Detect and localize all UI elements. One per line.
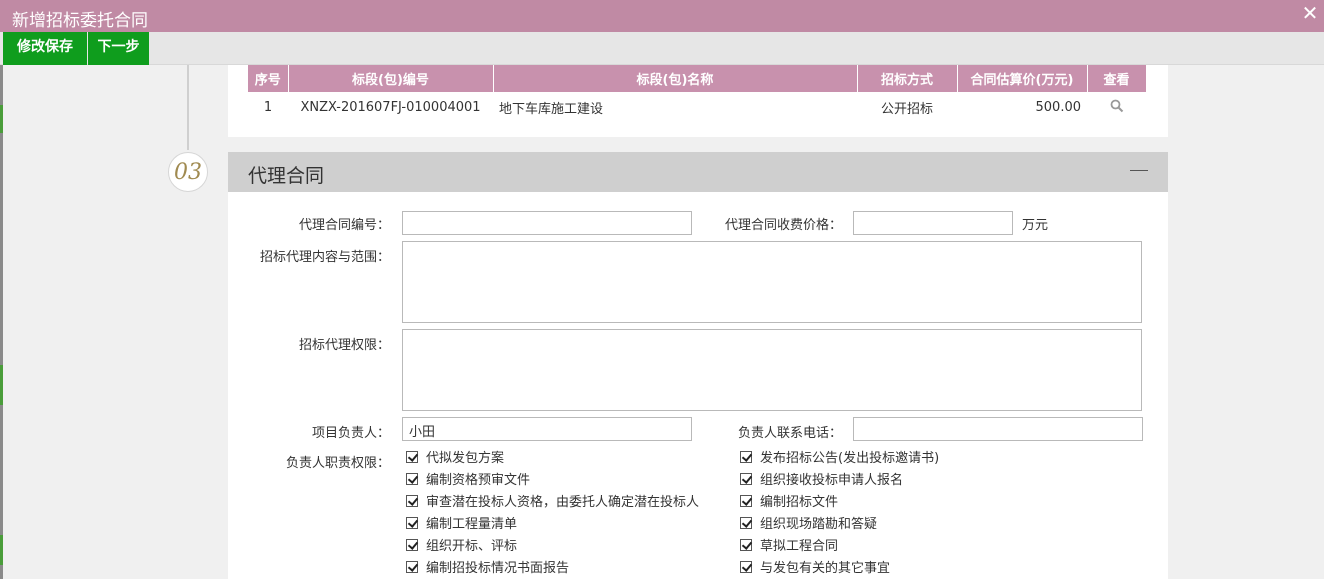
duty-checkbox[interactable]: 草拟工程合同	[740, 538, 838, 556]
fee-label: 代理合同收费价格：	[724, 218, 842, 233]
step-timeline-line	[187, 65, 189, 150]
duty-checkbox[interactable]: 编制工程量清单	[406, 516, 517, 534]
cell-method: 公开招标	[880, 102, 933, 117]
duties-label: 负责人职责权限：	[285, 456, 390, 471]
duty-checkbox[interactable]: 编制招标文件	[740, 494, 838, 512]
manager-field[interactable]: 小田	[402, 417, 692, 441]
toolbar: 修改保存 下一步	[0, 32, 1324, 65]
col-header-name: 标段(包)名称	[493, 65, 858, 92]
view-cell	[1087, 92, 1146, 123]
phone-label: 负责人联系电话：	[737, 426, 842, 441]
minus-icon[interactable]	[1130, 170, 1148, 171]
phone-field[interactable]	[853, 417, 1143, 441]
cell-price: 500.00	[1035, 100, 1082, 115]
search-icon[interactable]	[1110, 99, 1124, 113]
fee-unit: 万元	[1022, 218, 1049, 233]
section-title: 代理合同	[248, 165, 325, 187]
authority-label: 招标代理权限：	[298, 338, 390, 353]
checkbox-checked-icon[interactable]	[740, 473, 752, 485]
checkbox-checked-icon[interactable]	[740, 561, 752, 573]
bid-table: 序号 标段(包)编号 标段(包)名称 招标方式 合同估算价(万元) 查看 1 X…	[248, 65, 1147, 123]
duty-checkbox[interactable]: 组织接收投标申请人报名	[740, 472, 903, 490]
checkbox-checked-icon[interactable]	[740, 451, 752, 463]
cell-code: XNZX-201607FJ-010004001	[300, 100, 481, 115]
step-number-badge: 03	[168, 152, 208, 192]
col-header-code: 标段(包)编号	[288, 65, 494, 92]
fee-field[interactable]	[853, 211, 1013, 235]
cell-name: 地下车库施工建设	[499, 102, 604, 117]
save-button[interactable]: 修改保存	[3, 32, 87, 65]
scope-label: 招标代理内容与范围：	[259, 250, 390, 265]
contract-no-label: 代理合同编号：	[298, 218, 390, 233]
col-header-view: 查看	[1087, 65, 1147, 92]
window-titlebar: 新增招标委托合同 ✕	[0, 0, 1324, 32]
checkbox-checked-icon[interactable]	[406, 539, 418, 551]
checkbox-checked-icon[interactable]	[406, 517, 418, 529]
duty-checkbox[interactable]: 组织开标、评标	[406, 538, 517, 556]
duty-checkbox[interactable]: 发布招标公告(发出投标邀请书)	[740, 450, 939, 468]
agency-contract-section: 代理合同 代理合同编号： 代理合同收费价格： 万元 招标代理内容与范围： 招标代…	[228, 152, 1168, 579]
duty-checkbox[interactable]: 代拟发包方案	[406, 450, 504, 468]
checkbox-checked-icon[interactable]	[740, 539, 752, 551]
authority-textarea[interactable]	[402, 329, 1142, 411]
contract-no-field[interactable]	[402, 211, 692, 235]
manager-label: 项目负责人：	[311, 426, 390, 441]
checkbox-checked-icon[interactable]	[406, 561, 418, 573]
col-header-method: 招标方式	[857, 65, 958, 92]
duty-checkbox[interactable]: 组织现场踏勘和答疑	[740, 516, 877, 534]
table-row: 1 XNZX-201607FJ-010004001 地下车库施工建设 公开招标 …	[248, 92, 1146, 123]
col-header-index: 序号	[248, 65, 289, 92]
checkbox-checked-icon[interactable]	[406, 473, 418, 485]
close-icon[interactable]: ✕	[1300, 3, 1320, 23]
checkbox-checked-icon[interactable]	[740, 495, 752, 507]
duty-checkbox[interactable]: 编制招投标情况书面报告	[406, 560, 569, 578]
left-edge-strip	[0, 65, 3, 579]
window-title: 新增招标委托合同	[12, 11, 148, 31]
duty-checkbox[interactable]: 编制资格预审文件	[406, 472, 530, 490]
duty-checkbox[interactable]: 审查潜在投标人资格，由委托人确定潜在投标人	[406, 494, 699, 512]
col-header-price: 合同估算价(万元)	[957, 65, 1088, 92]
scope-textarea[interactable]	[402, 241, 1142, 323]
section-header: 代理合同	[228, 152, 1168, 192]
checkbox-checked-icon[interactable]	[406, 495, 418, 507]
checkbox-checked-icon[interactable]	[740, 517, 752, 529]
next-step-button[interactable]: 下一步	[88, 32, 149, 65]
bid-section-card: 序号 标段(包)编号 标段(包)名称 招标方式 合同估算价(万元) 查看 1 X…	[228, 65, 1168, 137]
cell-index: 1	[263, 100, 273, 115]
duty-checkbox[interactable]: 与发包有关的其它事宜	[740, 560, 890, 578]
checkbox-checked-icon[interactable]	[406, 451, 418, 463]
